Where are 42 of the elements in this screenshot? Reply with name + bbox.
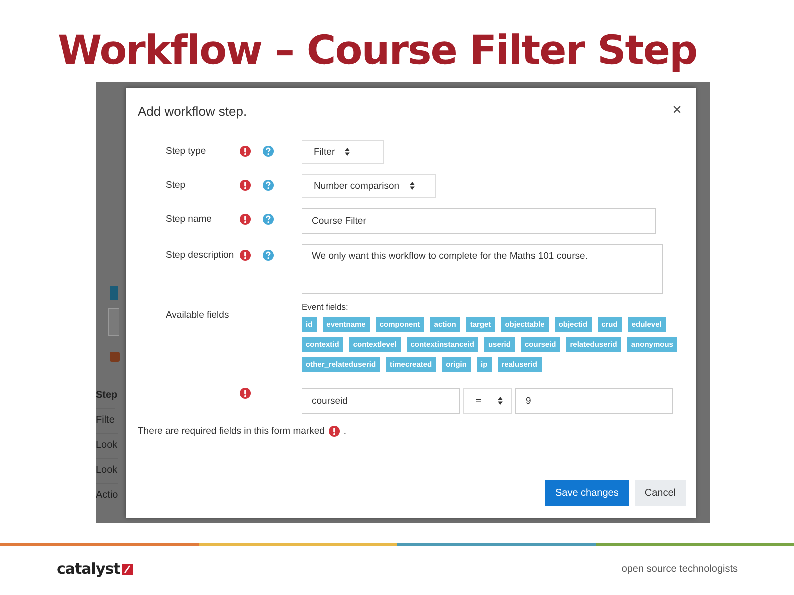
dialog-title: Add workflow step. — [138, 104, 248, 118]
help-icon[interactable] — [263, 180, 274, 191]
tagline: open source technologists — [622, 564, 738, 574]
background-table-cell: Filte — [96, 408, 115, 433]
required-icon — [240, 214, 251, 225]
required-icon — [328, 426, 340, 437]
operator-dropdown[interactable]: = — [463, 388, 512, 414]
help-icon[interactable] — [263, 214, 274, 225]
required-icon — [240, 180, 251, 191]
sort-arrows-icon — [410, 182, 415, 190]
dropdown[interactable]: Number comparison — [302, 174, 436, 198]
value-input[interactable]: 9 — [515, 388, 673, 414]
note-period: . — [344, 426, 347, 437]
background-field — [108, 308, 119, 336]
help-icon[interactable] — [263, 146, 274, 157]
background-table-cell: Actio — [96, 483, 118, 508]
required-note: There are required fields in this form marked — [138, 426, 325, 437]
field-label: Available fields — [166, 309, 230, 321]
dialog-button[interactable]: Cancel — [634, 480, 686, 506]
required-icon — [240, 250, 251, 261]
field-label: Step type — [166, 145, 208, 157]
field-label: Step name — [166, 213, 213, 225]
field-label: Step — [166, 179, 187, 191]
dialog-button[interactable]: Save changes — [545, 480, 629, 506]
background-table-cell-text: Step — [96, 389, 118, 403]
slide-title: Workflow – Course Filter Step — [57, 27, 698, 76]
description-field[interactable]: We only want this workflow to complete for the Maths 101 course. — [302, 244, 663, 294]
sort-arrows-icon — [498, 397, 503, 405]
logo-mark-icon — [122, 564, 134, 574]
field-label: Step description — [166, 249, 236, 261]
field-input[interactable]: courseid — [302, 388, 460, 414]
help-icon[interactable] — [263, 250, 274, 261]
background-table-cell: Look — [96, 433, 118, 458]
close-button[interactable]: × — [670, 102, 684, 120]
logo-text: catalyst — [57, 560, 120, 578]
text-field[interactable]: Course Filter — [302, 208, 656, 234]
fields-heading: Event fields: — [302, 302, 350, 312]
sort-arrows-icon — [345, 148, 350, 156]
background-table-cell: Look — [96, 458, 118, 483]
dropdown[interactable]: Filter — [302, 140, 384, 164]
required-icon — [240, 388, 251, 399]
required-icon — [240, 146, 251, 157]
